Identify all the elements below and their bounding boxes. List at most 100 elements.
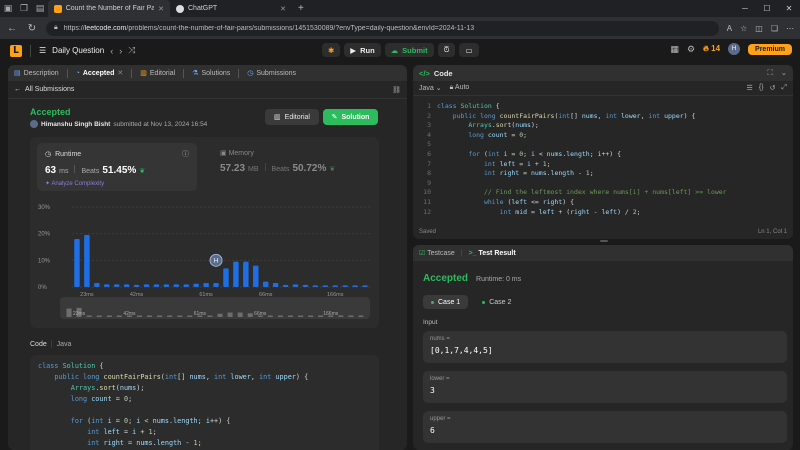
split-screen-icon[interactable]: ◫ (755, 24, 763, 33)
close-tab-icon[interactable]: ✕ (280, 5, 286, 13)
collapse-panel-icon[interactable]: ⌄ (781, 68, 787, 78)
chart-bar[interactable] (84, 235, 90, 287)
chart-bar[interactable] (163, 284, 170, 287)
chart-bar[interactable] (213, 283, 219, 287)
bookmark-icon[interactable]: ☰ (747, 84, 753, 92)
read-aloud-icon[interactable]: A (727, 24, 732, 33)
browser-menu-icon[interactable]: ▣ (0, 0, 16, 17)
fullscreen-icon[interactable]: ⤢ (781, 84, 787, 92)
tab-submissions[interactable]: ◷ Submissions (247, 69, 296, 78)
collections-icon[interactable]: ❏ (771, 24, 778, 33)
chart-bar[interactable] (183, 284, 189, 287)
layout-icon[interactable]: ▦ (670, 44, 679, 55)
timer-button[interactable]: ⏰︎ (437, 43, 456, 57)
favorite-icon[interactable]: ☆ (740, 24, 747, 33)
chart-bar[interactable] (312, 285, 319, 287)
input-nums-box[interactable]: nums = [0,1,7,4,4,5] (423, 331, 787, 363)
tab-actions-icon[interactable]: ▤ (32, 0, 48, 17)
chart-bar[interactable] (253, 265, 259, 287)
daily-question-label[interactable]: Daily Question (52, 46, 104, 55)
chart-bar[interactable] (104, 284, 110, 287)
close-tab-icon[interactable]: ✕ (117, 69, 123, 77)
tab-test-result[interactable]: >_ Test Result (469, 250, 516, 257)
tab-testcase[interactable]: ☑ Testcase (419, 249, 455, 257)
tab-solutions[interactable]: ⚗ Solutions (192, 69, 230, 78)
editor-code-area[interactable]: 1 class Solution {2 public long countFair… (413, 99, 793, 217)
chart-bar[interactable] (243, 261, 249, 287)
submit-button[interactable]: ☁ Submit (384, 43, 434, 57)
panel-resize-handle[interactable] (600, 240, 608, 242)
debug-button[interactable]: ✱ (322, 43, 341, 57)
runtime-distribution-chart[interactable]: 30%20%10%0% H 23ms 42ms 61ms 66ms 166ms 23ms… (30, 137, 379, 328)
author-name[interactable]: Himanshu Singh Bisht (41, 121, 110, 128)
chart-bar[interactable] (123, 284, 130, 287)
url-field[interactable]: 🔒︎ https://leetcode.com/problems/count-t… (46, 20, 719, 36)
chart-bar[interactable] (342, 285, 348, 287)
case-1-tab[interactable]: Case 1 (423, 295, 469, 309)
input-lower-box[interactable]: lower = 3 (423, 371, 787, 403)
chart-bar[interactable] (352, 285, 358, 287)
case-2-tab[interactable]: Case 2 (474, 295, 519, 309)
browser-tab-chatgpt[interactable]: ChatGPT ✕ (170, 0, 292, 17)
minimize-icon[interactable]: ─ (734, 4, 756, 13)
workspaces-icon[interactable]: ❐ (16, 0, 32, 17)
premium-button[interactable]: Premium (748, 43, 792, 55)
list-icon[interactable]: ☰ (39, 46, 46, 55)
code-line[interactable]: 11 while (left <= right) { (413, 198, 793, 208)
braces-icon[interactable]: {} (759, 84, 764, 92)
chart-bar[interactable] (233, 261, 239, 287)
code-line[interactable]: 9 (413, 179, 793, 189)
code-line[interactable]: 6 for (int i = 0; i < nums.length; i++) … (413, 150, 793, 160)
chart-bar[interactable] (173, 284, 180, 287)
chart-bar[interactable] (302, 284, 309, 287)
back-icon[interactable]: ← (6, 23, 18, 34)
reset-icon[interactable]: ↺ (770, 84, 776, 92)
chart-bar[interactable] (74, 239, 80, 287)
streak-counter[interactable]: 🔥︎ 14 (703, 44, 720, 54)
new-tab-icon[interactable]: + (292, 3, 310, 14)
tab-description[interactable]: ▤ Description (14, 69, 59, 78)
close-tab-icon[interactable]: ✕ (158, 5, 164, 13)
browser-more-icon[interactable]: ⋯ (786, 24, 794, 33)
solution-button[interactable]: ✎ Solution (323, 109, 378, 125)
run-button[interactable]: ▶ Run (344, 43, 381, 57)
code-line[interactable]: 2 public long countFairPairs(int[] nums,… (413, 112, 793, 122)
auto-mode-toggle[interactable]: 🔒︎ Auto (450, 84, 470, 92)
chart-bar[interactable] (193, 283, 199, 287)
chart-bar[interactable] (94, 283, 100, 287)
browser-tab-leetcode[interactable]: Count the Number of Fair Pairs - ✕ (48, 0, 170, 17)
code-line[interactable]: 1 class Solution { (413, 102, 793, 112)
maximize-panel-icon[interactable]: ⛶ (767, 68, 772, 78)
chart-bar[interactable] (292, 284, 299, 287)
user-avatar[interactable]: H (728, 43, 741, 55)
chart-bar[interactable] (272, 283, 279, 287)
chart-bar[interactable] (262, 281, 269, 287)
leetcode-logo-icon[interactable]: ᒪ (10, 44, 22, 57)
all-submissions-link[interactable]: All Submissions (25, 86, 74, 93)
next-problem-icon[interactable]: › (119, 46, 122, 56)
chart-bar[interactable] (332, 285, 338, 287)
code-line[interactable]: 4 long count = 0; (413, 131, 793, 141)
chart-bar[interactable] (282, 284, 289, 287)
chart-bar[interactable] (153, 284, 160, 287)
input-upper-box[interactable]: upper = 6 (423, 411, 787, 443)
code-line[interactable]: 10 // Find the leftmost index where nums… (413, 188, 793, 198)
share-link-icon[interactable]: ⛓ (392, 86, 401, 94)
tab-accepted[interactable]: ◔ Accepted ✕ (76, 69, 124, 78)
chart-bar[interactable] (113, 284, 120, 287)
chart-bar[interactable] (322, 285, 329, 287)
editorial-button[interactable]: ▥ Editorial (265, 109, 319, 125)
refresh-icon[interactable]: ↻ (26, 23, 38, 34)
chart-bar[interactable] (203, 283, 209, 287)
code-line[interactable]: 7 int left = i + 1; (413, 160, 793, 170)
code-line[interactable]: 3 Arrays.sort(nums); (413, 121, 793, 131)
submitted-code-block[interactable]: class Solution { public long countFairPa… (30, 355, 379, 450)
chart-bar[interactable] (223, 268, 229, 287)
code-line[interactable]: 5 (413, 140, 793, 150)
settings-gear-icon[interactable]: ⚙ (687, 44, 695, 55)
back-arrow-icon[interactable]: ← (14, 86, 21, 93)
notes-button[interactable]: ▭ (459, 43, 479, 57)
chart-bar[interactable] (133, 284, 140, 287)
code-line[interactable]: 12 int mid = left + (right - left) / 2; (413, 208, 793, 218)
tab-editorial[interactable]: ▥ Editorial (140, 69, 175, 78)
